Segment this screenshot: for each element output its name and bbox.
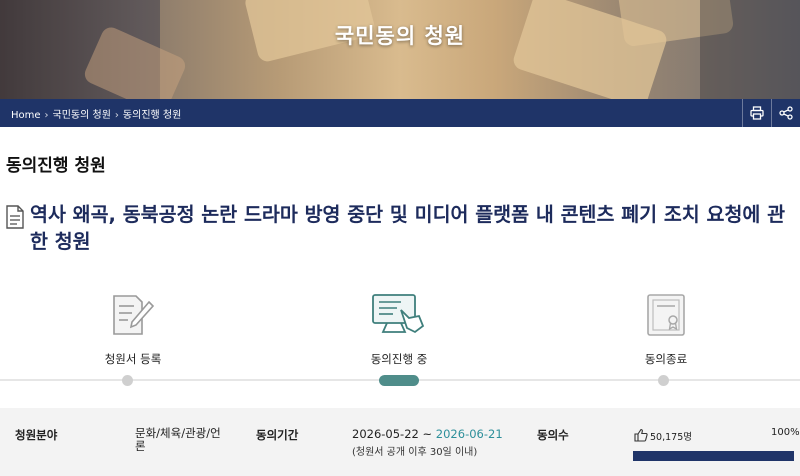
step-closed: 동의종료 [596, 292, 736, 366]
step-dot [658, 375, 669, 386]
period-note: (청원서 공개 이후 30일 이내) [352, 447, 478, 458]
petition-title: 역사 왜곡, 동북공정 논란 드라마 방영 중단 및 미디어 플랫폼 내 콘텐츠… [30, 203, 786, 253]
document-icon [6, 205, 24, 229]
breadcrumb-separator: › [114, 110, 119, 121]
progress-percent: 100% [771, 427, 800, 438]
step-label: 동의종료 [644, 352, 688, 366]
step-in-progress: 동의진행 중 [329, 292, 469, 366]
period-range: 2026-05-22 ~ 2026-06-21 [352, 427, 503, 441]
thumbs-up-icon [634, 428, 648, 442]
step-label: 청원서 등록 [104, 352, 162, 366]
print-button[interactable] [742, 99, 771, 127]
print-icon [750, 106, 764, 120]
breadcrumb-bar: Home › 국민동의 청원 › 동의진행 청원 [0, 99, 800, 127]
progress-fill [633, 451, 794, 461]
period-label: 동의기간 [256, 428, 299, 442]
section-title: 동의진행 청원 [6, 156, 106, 176]
period-end: 2026-06-21 [435, 427, 503, 441]
certificate-icon [647, 294, 685, 336]
hero-banner: 국민동의 청원 [0, 0, 800, 99]
period-tilde: ~ [422, 427, 433, 441]
breadcrumb-petition[interactable]: 국민동의 청원 [53, 110, 111, 121]
breadcrumb-separator: › [44, 110, 49, 121]
field-value: 문화/체육/관광/언론 [135, 426, 221, 453]
petition-info-table: 청원분야 문화/체육/관광/언론 동의기간 2026-05-22 ~ 2026-… [0, 408, 800, 476]
breadcrumb: Home › 국민동의 청원 › 동의진행 청원 [11, 106, 181, 121]
computer-hand-icon [372, 294, 425, 334]
count-value: 50,175명 [650, 432, 692, 443]
step-label: 동의진행 중 [370, 352, 428, 366]
consent-progress-bar [633, 451, 794, 461]
field-label: 청원분야 [15, 428, 58, 442]
hero-title: 국민동의 청원 [334, 24, 466, 48]
period-start: 2026-05-22 [352, 427, 419, 441]
step-dot-active [379, 375, 419, 386]
step-registered: 청원서 등록 [63, 292, 203, 366]
breadcrumb-current[interactable]: 동의진행 청원 [123, 110, 181, 121]
share-icon [779, 106, 793, 120]
count-label: 동의수 [537, 428, 569, 442]
breadcrumb-home[interactable]: Home [11, 110, 41, 121]
step-dot [122, 375, 133, 386]
share-button[interactable] [771, 99, 800, 127]
document-pen-icon [113, 295, 155, 335]
